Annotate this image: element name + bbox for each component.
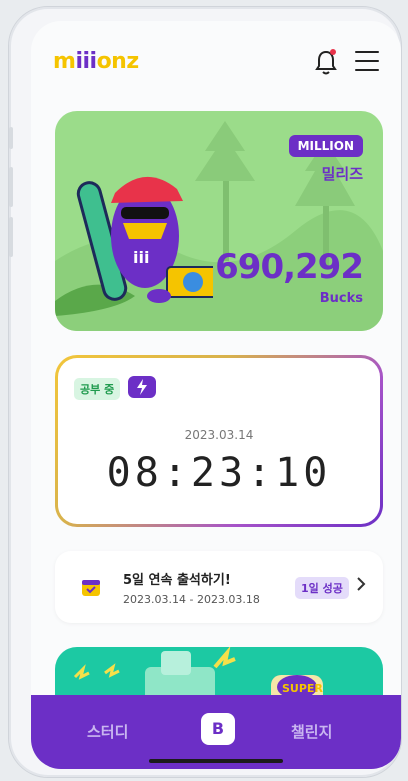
phone-frame: miiionz iii MILLION 밀리즈 690,292 Bucks 공부… (8, 6, 402, 778)
chevron-right-icon[interactable] (355, 575, 367, 598)
home-indicator (149, 759, 283, 763)
calendar-check-icon (81, 577, 101, 597)
side-button (9, 217, 13, 257)
lightning-icon[interactable] (128, 376, 156, 398)
bucks-unit: Bucks (319, 291, 363, 306)
attendance-title: 5일 연속 출석하기! (123, 573, 231, 588)
attendance-period: 2023.03.14 - 2023.03.18 (123, 593, 260, 606)
attendance-success-badge: 1일 성공 (295, 577, 349, 599)
bell-icon[interactable] (313, 47, 339, 77)
attendance-challenge-row[interactable]: 5일 연속 출석하기! 2023.03.14 - 2023.03.18 1일 성… (55, 551, 383, 623)
study-timer-card[interactable]: 공부 중 2023.03.14 08:23:10 (55, 355, 383, 527)
balance-card[interactable]: iii MILLION 밀리즈 690,292 Bucks (55, 111, 383, 331)
hamburger-menu-icon[interactable] (355, 51, 379, 71)
study-timer-inner: 공부 중 2023.03.14 08:23:10 (58, 358, 380, 524)
mascot-illustration: iii (73, 141, 220, 311)
studying-status-badge: 공부 중 (74, 378, 121, 400)
app-screen: miiionz iii MILLION 밀리즈 690,292 Bucks 공부… (31, 21, 401, 769)
side-button (9, 127, 13, 149)
user-name: 밀리즈 (321, 165, 363, 183)
million-badge: MILLION (288, 135, 363, 157)
bucks-amount: 690,292 (215, 247, 364, 287)
svg-text:iii: iii (133, 248, 149, 267)
nav-challenge-tab[interactable]: 챌린지 (291, 721, 332, 742)
timer-date: 2023.03.14 (184, 428, 254, 442)
app-logo[interactable]: miiionz (53, 49, 139, 74)
bottom-navigation: 스터디 B 챌린지 (31, 695, 401, 769)
promo-label: SUPER (282, 682, 323, 695)
nav-home-button[interactable]: B (201, 713, 235, 745)
side-button (9, 167, 13, 207)
timer-display: 08:23:10 (106, 450, 332, 496)
nav-study-tab[interactable]: 스터디 (87, 721, 128, 742)
